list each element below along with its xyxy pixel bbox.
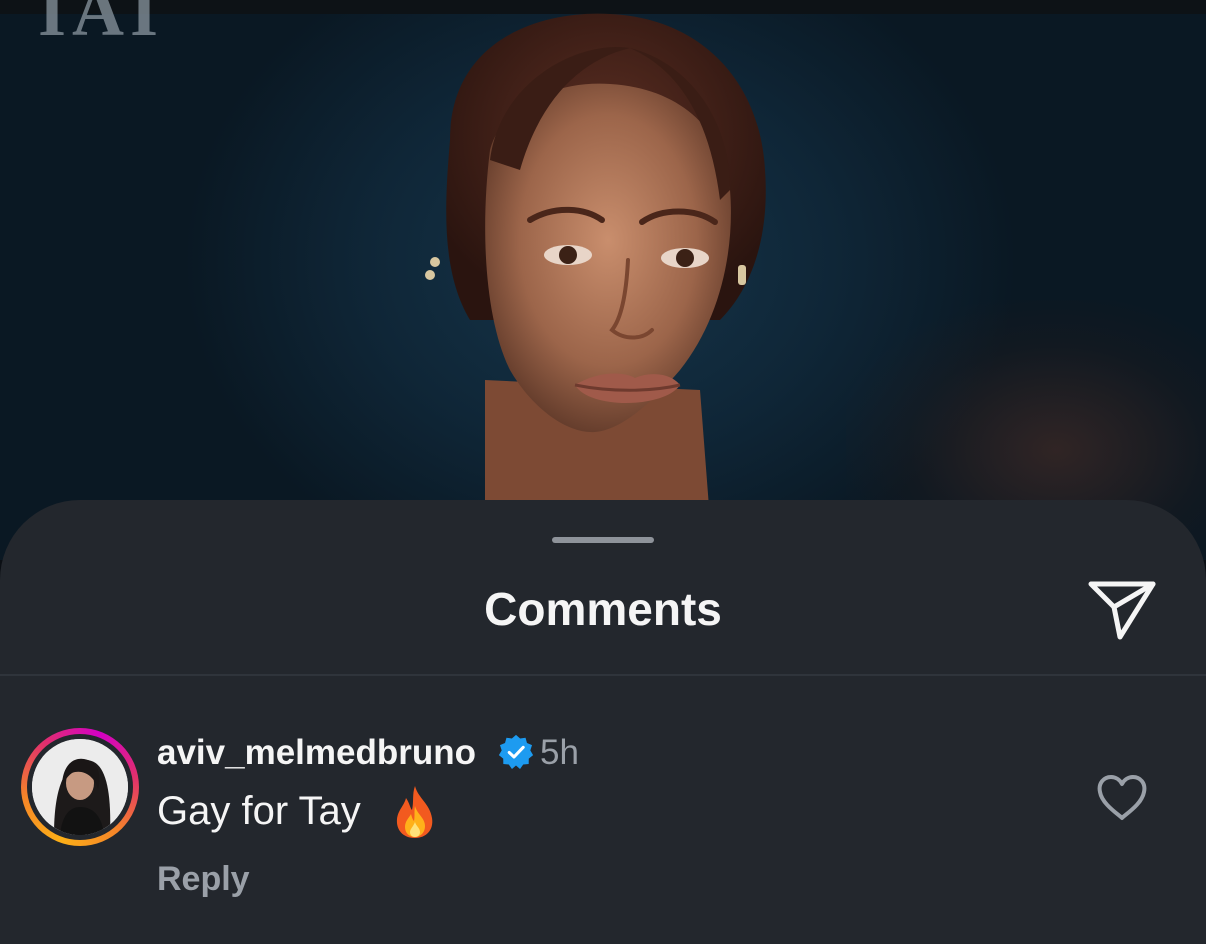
comments-sheet: Comments aviv_melmedbruno 5h Gay for Tay…: [0, 500, 1206, 944]
comment-username[interactable]: aviv_melmedbruno: [157, 732, 476, 774]
comment-timestamp: 5h: [540, 733, 579, 772]
sheet-grabber-handle[interactable]: [552, 537, 654, 543]
app-screen: IAI Comments aviv_melmedbruno 5h Gay for…: [0, 0, 1206, 944]
comment-item: aviv_melmedbruno 5h Gay for Tay Reply: [0, 676, 1206, 944]
fire-emoji: [396, 786, 433, 838]
heart-outline-icon[interactable]: [1096, 774, 1148, 822]
sheet-title: Comments: [484, 583, 722, 635]
comment-text: Gay for Tay: [157, 789, 361, 833]
reply-button[interactable]: Reply: [157, 858, 250, 900]
share-button[interactable]: [1086, 576, 1158, 642]
post-image: IAI: [0, 0, 1206, 560]
post-image-title-fragment: IAI: [38, 0, 165, 51]
paper-plane-icon: [1088, 581, 1156, 640]
portrait-illustration: [425, 13, 766, 520]
avatar: [32, 739, 128, 835]
verified-badge-icon: [498, 734, 534, 770]
avatar-photo: [32, 739, 128, 835]
story-ring-avatar-button[interactable]: [21, 728, 139, 846]
